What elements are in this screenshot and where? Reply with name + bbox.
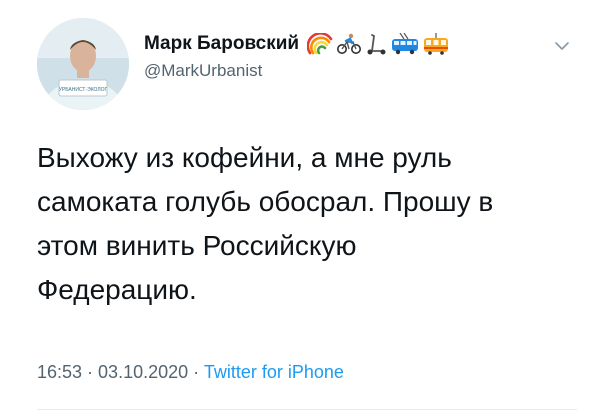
tram-icon bbox=[424, 33, 449, 55]
tweet-date[interactable]: 03.10.2020 bbox=[98, 362, 188, 382]
cyclist-icon bbox=[337, 33, 362, 54]
tweet-text-line: Федерацию. bbox=[37, 274, 197, 305]
rainbow-icon bbox=[307, 33, 333, 55]
author-handle[interactable]: @MarkUrbanist bbox=[144, 61, 262, 81]
meta-separator: · bbox=[82, 362, 99, 382]
tweet-meta: 16:53 · 03.10.2020 · Twitter for iPhone bbox=[37, 362, 344, 383]
tweet-text-line: Выхожу из кофейни, а мне руль bbox=[37, 142, 452, 173]
display-name-text: Марк Баровский bbox=[144, 33, 300, 54]
avatar[interactable]: УРБАНИСТ·ЭКОЛОГ bbox=[37, 18, 129, 110]
divider bbox=[37, 409, 577, 410]
name-emojis bbox=[307, 33, 449, 55]
tweet-text-line: самоката голубь обосрал. Прошу в bbox=[37, 186, 494, 217]
avatar-sign-text: УРБАНИСТ·ЭКОЛОГ bbox=[59, 87, 108, 93]
trolleybus-icon bbox=[392, 33, 419, 55]
tweet-source-link[interactable]: Twitter for iPhone bbox=[204, 362, 344, 382]
chevron-down-icon[interactable] bbox=[554, 38, 570, 50]
tweet-time[interactable]: 16:53 bbox=[37, 362, 82, 382]
meta-separator: · bbox=[188, 362, 204, 382]
tweet-text: Выхожу из кофейни, а мне руль самоката г… bbox=[37, 136, 577, 312]
scooter-icon bbox=[367, 34, 386, 55]
author-display-name[interactable]: Марк Баровский bbox=[144, 33, 449, 55]
tweet-text-line: этом винить Российскую bbox=[37, 230, 357, 261]
